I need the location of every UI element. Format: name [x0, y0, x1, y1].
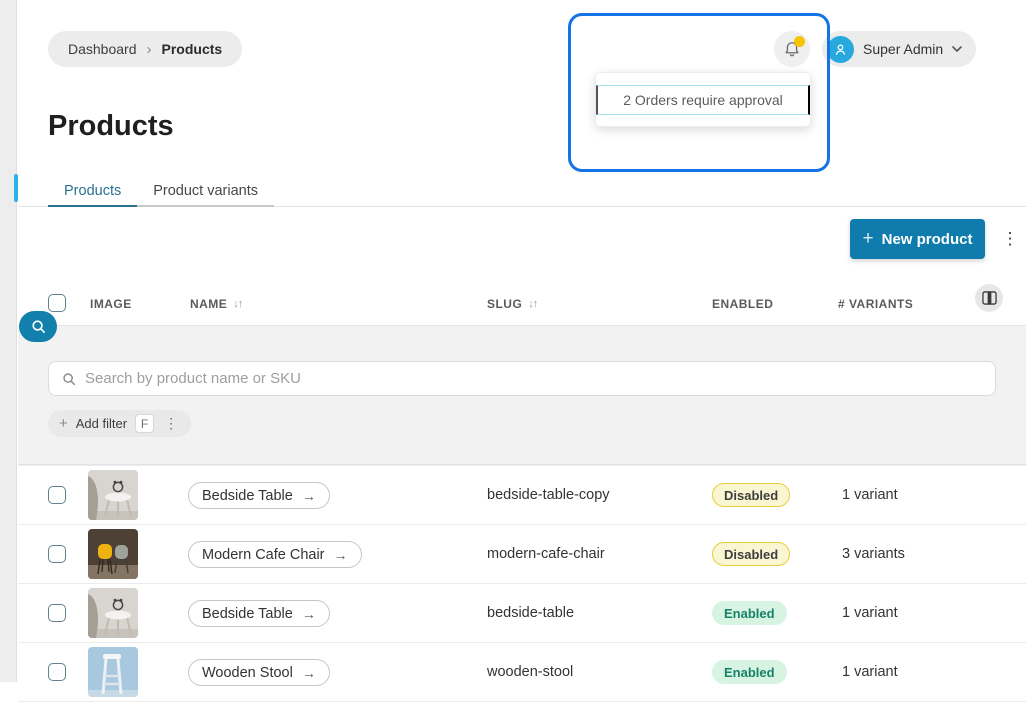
variant-count: 1 variant — [842, 664, 898, 680]
tab-bar: Products Product variants — [18, 176, 1026, 207]
product-image — [88, 647, 138, 697]
page-title: Products — [48, 110, 174, 143]
arrow-right-icon: → — [302, 488, 316, 504]
product-slug: wooden-stool — [487, 664, 573, 680]
table-row: Wooden Stool → wooden-stool Enabled 1 va… — [18, 643, 1026, 702]
tab-product-variants[interactable]: Product variants — [137, 176, 274, 207]
notifications-button[interactable] — [774, 31, 810, 67]
search-icon — [61, 371, 77, 387]
sort-icon: ↓↑ — [233, 298, 242, 310]
chevron-right-icon: › — [147, 41, 152, 58]
arrow-right-icon: → — [302, 606, 316, 622]
notification-item[interactable]: 2 Orders require approval — [596, 85, 810, 115]
variant-count: 1 variant — [842, 605, 898, 621]
product-name-button[interactable]: Bedside Table → — [188, 482, 330, 509]
row-checkbox[interactable] — [48, 486, 66, 504]
notifications-dropdown: 2 Orders require approval — [595, 72, 811, 127]
product-name-button[interactable]: Bedside Table → — [188, 600, 330, 627]
search-input[interactable] — [85, 370, 983, 387]
status-badge: Disabled — [712, 483, 790, 507]
keyboard-shortcut-badge: F — [135, 414, 154, 433]
row-checkbox[interactable] — [48, 545, 66, 563]
breadcrumb: Dashboard › Products — [48, 31, 242, 67]
breadcrumb-dashboard[interactable]: Dashboard — [68, 41, 137, 57]
header-enabled: ENABLED — [712, 283, 773, 325]
select-all-checkbox[interactable] — [48, 294, 66, 312]
status-badge: Enabled — [712, 660, 787, 684]
status-badge: Disabled — [712, 542, 790, 566]
table-header: IMAGE NAME ↓↑ SLUG ↓↑ ENABLED # VARIANTS — [18, 283, 1026, 325]
more-actions-button[interactable]: ⋮ — [996, 225, 1024, 253]
product-slug: modern-cafe-chair — [487, 546, 605, 562]
header-name[interactable]: NAME ↓↑ — [190, 283, 242, 325]
product-slug: bedside-table — [487, 605, 574, 621]
add-filter-button[interactable]: + Add filter F ⋮ — [48, 410, 191, 437]
product-image — [88, 529, 138, 579]
new-product-label: New product — [882, 231, 973, 248]
arrow-right-icon: → — [302, 665, 316, 681]
active-section-indicator — [14, 174, 18, 202]
product-name-label: Bedside Table — [202, 606, 293, 622]
row-checkbox[interactable] — [48, 604, 66, 622]
notification-dot — [794, 36, 805, 47]
product-name-label: Bedside Table — [202, 488, 293, 504]
chevron-down-icon — [952, 46, 962, 52]
user-name: Super Admin — [863, 41, 943, 57]
left-sidebar-rail — [0, 0, 17, 682]
sort-icon: ↓↑ — [528, 298, 537, 310]
row-checkbox[interactable] — [48, 663, 66, 681]
avatar — [827, 36, 854, 63]
product-image — [88, 470, 138, 520]
columns-icon — [982, 291, 997, 305]
status-badge: Enabled — [712, 601, 787, 625]
bell-icon — [782, 39, 802, 59]
column-picker-button[interactable] — [975, 284, 1003, 312]
new-product-button[interactable]: + New product — [850, 219, 985, 259]
search-icon — [30, 318, 47, 335]
plus-icon: + — [863, 228, 874, 250]
product-table-body: Bedside Table → bedside-table-copy Disab… — [18, 465, 1026, 702]
product-name-label: Wooden Stool — [202, 665, 293, 681]
header-slug-label: SLUG — [487, 297, 522, 311]
product-slug: bedside-table-copy — [487, 487, 610, 503]
arrow-right-icon: → — [334, 547, 348, 563]
header-image: IMAGE — [90, 283, 132, 325]
product-image — [88, 588, 138, 638]
user-menu[interactable]: Super Admin — [822, 31, 976, 67]
product-name-label: Modern Cafe Chair — [202, 547, 325, 563]
header-name-label: NAME — [190, 297, 227, 311]
table-row: Bedside Table → bedside-table-copy Disab… — [18, 466, 1026, 525]
filter-panel: + Add filter F ⋮ — [18, 325, 1026, 465]
tab-products[interactable]: Products — [48, 176, 137, 207]
variant-count: 3 variants — [842, 546, 905, 562]
plus-icon: + — [59, 415, 68, 432]
header-slug[interactable]: SLUG ↓↑ — [487, 283, 537, 325]
product-name-button[interactable]: Modern Cafe Chair → — [188, 541, 362, 568]
table-row: Modern Cafe Chair → modern-cafe-chair Di… — [18, 525, 1026, 584]
table-row: Bedside Table → bedside-table Enabled 1 … — [18, 584, 1026, 643]
filter-options-button[interactable]: ⋮ — [162, 415, 180, 432]
search-fab-button[interactable] — [19, 311, 57, 342]
breadcrumb-products: Products — [162, 41, 223, 57]
add-filter-label: Add filter — [76, 416, 127, 431]
search-box — [48, 361, 996, 396]
header-variants: # VARIANTS — [838, 283, 913, 325]
variant-count: 1 variant — [842, 487, 898, 503]
